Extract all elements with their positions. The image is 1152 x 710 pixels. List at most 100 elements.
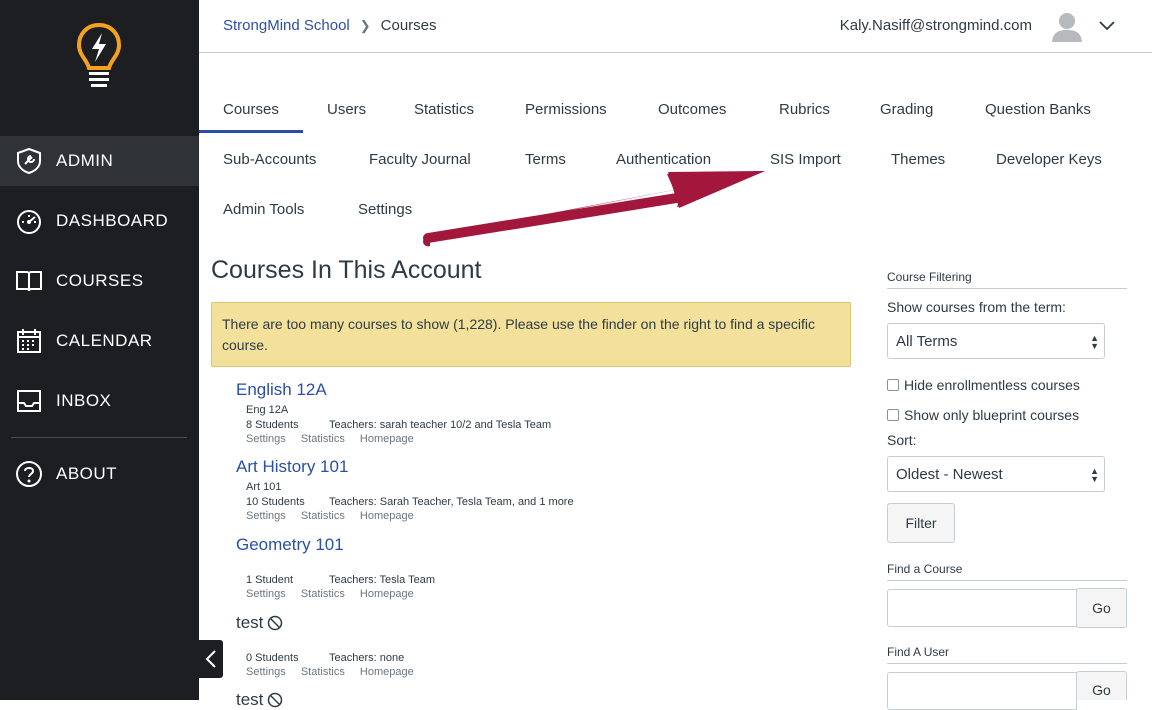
course-links: Settings Statistics Homepage: [246, 433, 551, 445]
hide-enrollmentless-checkbox[interactable]: Hide enrollmentless courses: [887, 377, 1080, 393]
nav-item-label: INBOX: [56, 391, 112, 410]
user-email[interactable]: Kaly.Nasiff@strongmind.com: [840, 17, 1032, 34]
course-homepage-link[interactable]: Homepage: [360, 433, 414, 445]
tab-themes[interactable]: Themes: [891, 149, 945, 183]
student-count: 0 Students: [246, 652, 299, 664]
course-code: [246, 637, 426, 650]
checkbox-box[interactable]: [887, 379, 899, 391]
nav-item-inbox[interactable]: INBOX: [0, 376, 199, 426]
nav-item-courses[interactable]: COURSES: [0, 256, 199, 306]
tab-outcomes[interactable]: Outcomes: [658, 99, 726, 133]
chevron-down-icon[interactable]: [1097, 16, 1117, 36]
sort-select[interactable]: Oldest - Newest ▲ ▼: [887, 456, 1105, 492]
course-statistics-link[interactable]: Statistics: [301, 510, 345, 522]
avatar[interactable]: [1049, 8, 1085, 44]
tab-courses[interactable]: Courses: [199, 99, 303, 133]
unpublished-icon: [268, 692, 283, 708]
tab-settings[interactable]: Settings: [358, 199, 412, 233]
find-user-section: Find A User: [887, 645, 1127, 664]
tab-faculty-journal[interactable]: Faculty Journal: [369, 149, 471, 183]
course-settings-link[interactable]: Settings: [246, 666, 286, 678]
checkbox-box[interactable]: [887, 409, 899, 421]
select-arrows-icon: ▲ ▼: [1090, 466, 1099, 484]
sidebar-divider: [11, 437, 187, 438]
course-meta: 1 Student Teachers: Tesla Team: [246, 574, 435, 586]
course-homepage-link[interactable]: Homepage: [360, 666, 414, 678]
student-count: 10 Students: [246, 496, 305, 508]
nav-item-calendar[interactable]: CALENDAR: [0, 316, 199, 366]
tab-sub-accounts[interactable]: Sub-Accounts: [223, 149, 316, 183]
nav-item-label: CALENDAR: [56, 331, 153, 350]
tab-rubrics[interactable]: Rubrics: [779, 99, 830, 133]
teachers: Teachers: none: [329, 652, 405, 664]
tab-statistics[interactable]: Statistics: [414, 99, 474, 133]
term-label: Show courses from the term:: [887, 299, 1066, 315]
course-item: Geometry 101 1 Student Teachers: Tesla T…: [236, 535, 435, 600]
global-nav: ADMIN DASHBOARD COURSES CALENDAR INBOX A…: [0, 0, 199, 700]
course-settings-link[interactable]: Settings: [246, 433, 286, 445]
course-settings-link[interactable]: Settings: [246, 510, 286, 522]
student-count: 1 Student: [246, 574, 294, 586]
course-name-text[interactable]: test: [236, 690, 263, 710]
tab-users[interactable]: Users: [327, 99, 366, 133]
teachers: Teachers: sarah teacher 10/2 and Tesla T…: [329, 419, 552, 431]
nav-item-label: COURSES: [56, 271, 144, 290]
nav-item-admin[interactable]: ADMIN: [0, 136, 199, 186]
lightbulb-logo-icon[interactable]: [76, 22, 122, 92]
course-homepage-link[interactable]: Homepage: [360, 588, 414, 600]
tab-sis-import[interactable]: SIS Import: [770, 149, 841, 183]
course-meta: 0 Students Teachers: none: [246, 652, 426, 664]
nav-item-label: ABOUT: [56, 464, 118, 483]
term-select[interactable]: All Terms ▲ ▼: [887, 323, 1105, 359]
unpublished-icon: [268, 615, 283, 631]
course-settings-link[interactable]: Settings: [246, 588, 286, 600]
course-link[interactable]: Geometry 101: [236, 535, 435, 555]
breadcrumb-chevron-icon: ❯: [359, 17, 371, 33]
course-statistics-link[interactable]: Statistics: [301, 666, 345, 678]
nav-item-about[interactable]: ABOUT: [0, 449, 199, 499]
course-meta: 8 Students Teachers: sarah teacher 10/2 …: [246, 419, 551, 431]
course-statistics-link[interactable]: Statistics: [301, 588, 345, 600]
nav-item-label: DASHBOARD: [56, 211, 169, 230]
tab-admin-tools[interactable]: Admin Tools: [223, 199, 304, 233]
page-title: Courses In This Account: [211, 256, 482, 284]
find-course-label: Find a Course: [887, 562, 1127, 581]
question-circle-icon: [15, 460, 43, 488]
course-link[interactable]: English 12A: [236, 380, 551, 400]
tab-permissions[interactable]: Permissions: [525, 99, 607, 133]
find-course-section: Find a Course: [887, 562, 1127, 581]
course-code: [246, 559, 435, 572]
course-link[interactable]: Art History 101: [236, 457, 574, 477]
breadcrumb-current: Courses: [380, 17, 437, 34]
course-item: test 0 Students Teachers: none Settings …: [236, 613, 426, 678]
nav-item-dashboard[interactable]: DASHBOARD: [0, 196, 199, 246]
course-statistics-link[interactable]: Statistics: [301, 433, 345, 445]
teachers: Teachers: Sarah Teacher, Tesla Team, and…: [329, 496, 574, 508]
tab-authentication[interactable]: Authentication: [616, 149, 711, 183]
teachers: Teachers: Tesla Team: [329, 574, 435, 586]
checkbox-label: Show only blueprint courses: [904, 407, 1080, 423]
course-item: English 12A Eng 12A 8 Students Teachers:…: [236, 380, 551, 445]
course-meta: 10 Students Teachers: Sarah Teacher, Tes…: [246, 496, 574, 508]
find-user-go-button[interactable]: Go: [1076, 671, 1127, 700]
admin-shield-icon: [15, 147, 43, 175]
filter-button[interactable]: Filter: [887, 503, 955, 543]
breadcrumb-root-link[interactable]: StrongMind School: [223, 17, 350, 34]
blueprint-only-checkbox[interactable]: Show only blueprint courses: [887, 407, 1079, 423]
course-homepage-link[interactable]: Homepage: [360, 510, 414, 522]
course-name-unpublished: test: [236, 613, 426, 633]
find-course-input[interactable]: [887, 589, 1077, 627]
tab-developer-keys[interactable]: Developer Keys: [996, 149, 1102, 183]
find-course-go-button[interactable]: Go: [1076, 588, 1127, 628]
find-user-label: Find A User: [887, 645, 1127, 664]
checkbox-label: Hide enrollmentless courses: [904, 377, 1080, 393]
tab-question-banks[interactable]: Question Banks: [985, 99, 1091, 133]
find-user-input[interactable]: [887, 672, 1077, 710]
collapse-nav-button[interactable]: [199, 640, 223, 678]
course-name-text[interactable]: test: [236, 613, 263, 633]
tab-terms[interactable]: Terms: [525, 149, 566, 183]
tab-grading[interactable]: Grading: [880, 99, 933, 133]
sort-select-value: Oldest - Newest: [896, 466, 1003, 483]
too-many-courses-alert: There are too many courses to show (1,22…: [211, 302, 851, 367]
chevron-left-icon: [205, 650, 216, 668]
